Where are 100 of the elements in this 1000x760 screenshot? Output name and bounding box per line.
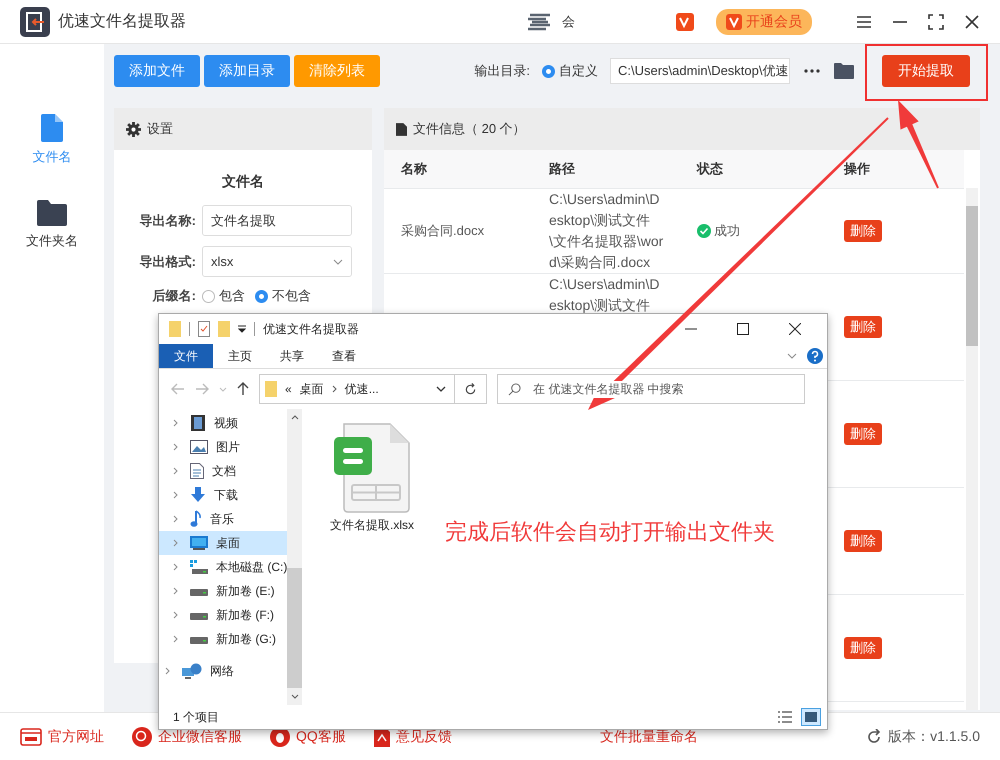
address-bar[interactable]: « 桌面 优速... [259, 374, 455, 404]
ribbon-tab[interactable]: 主页 [215, 344, 265, 368]
start-button[interactable]: 开始提取 [882, 55, 970, 87]
monitor-icon [190, 536, 208, 550]
chevron-right-icon[interactable] [173, 515, 178, 523]
window-title: 优速文件名提取器 [263, 320, 359, 338]
chevron-right-icon[interactable] [173, 635, 178, 643]
chevron-right-icon[interactable] [173, 419, 178, 427]
vip-icon [726, 14, 742, 30]
item-count: 1 个项目 [173, 708, 220, 726]
dropdown-icon[interactable] [238, 325, 246, 333]
forward-icon[interactable] [195, 383, 209, 395]
delete-button[interactable]: 删除 [844, 316, 882, 338]
table-cell: C:\Users\admin\Desktop\测试文件\文件名提取器\word\采购合同.docx [549, 191, 664, 270]
ribbon-tab[interactable]: 共享 [267, 344, 317, 368]
output-label: 输出目录: [474, 62, 530, 80]
chevron-right-icon[interactable] [173, 467, 178, 475]
refresh-button[interactable] [455, 374, 487, 404]
chevron-right-icon[interactable] [173, 587, 178, 595]
document-icon [41, 114, 63, 142]
nav-item[interactable]: 桌面 [159, 531, 288, 555]
chevron-icon[interactable] [219, 386, 227, 392]
nav-item[interactable]: 文档 [159, 459, 288, 483]
suffix-radio[interactable]: 不包含 [255, 287, 311, 305]
delete-button[interactable]: 删除 [844, 637, 882, 659]
download-icon [190, 487, 206, 503]
folder-icon[interactable] [834, 63, 854, 79]
custom-radio[interactable]: 自定义 [542, 62, 598, 80]
column-header: 操作 [844, 160, 871, 178]
nav-item[interactable]: 新加卷 (F:) [159, 603, 288, 627]
delete-button[interactable]: 删除 [844, 530, 882, 552]
suffix-radio[interactable]: 包含 [202, 287, 245, 305]
table-cell: 采购合同.docx [401, 223, 484, 238]
chevron-icon [436, 386, 446, 392]
scroll-up-icon[interactable] [290, 415, 299, 420]
name-input[interactable]: 文件名提取 [202, 205, 352, 236]
close-icon[interactable] [789, 323, 801, 335]
file-count-title: 文件信息（ 20 个） [413, 120, 526, 138]
column-header: 状态 [697, 160, 724, 178]
help-icon[interactable] [807, 348, 823, 364]
footer-link[interactable]: 企业微信客服 [132, 726, 242, 746]
chevron-right-icon[interactable] [165, 667, 170, 675]
footer-link[interactable]: 官方网址 [20, 728, 104, 746]
chevron-icon[interactable] [787, 353, 797, 359]
field-label: 导出名称: [138, 212, 196, 230]
chevron-right-icon [332, 385, 337, 393]
chevron-right-icon[interactable] [173, 443, 178, 451]
film-icon [190, 415, 206, 431]
scrollbar[interactable] [966, 188, 978, 710]
large-icons-view-icon[interactable] [801, 708, 821, 726]
nav-item[interactable]: 视频 [159, 411, 288, 435]
drive-icon [190, 560, 208, 574]
format-select[interactable]: xlsx [202, 246, 352, 277]
document-icon [190, 463, 204, 479]
search-icon [508, 382, 521, 396]
spreadsheet-file-icon [334, 423, 410, 513]
scrollbar[interactable] [287, 409, 302, 705]
music-note-icon [190, 510, 202, 528]
center-label: 会 [562, 12, 575, 30]
scroll-down-icon[interactable] [290, 694, 299, 699]
more-icon[interactable] [804, 69, 820, 73]
details-view-icon[interactable] [777, 710, 793, 724]
vip-icon[interactable] [676, 12, 694, 30]
nav-item[interactable]: 新加卷 (G:) [159, 627, 288, 651]
rename-link[interactable]: 文件批量重命名 [600, 728, 838, 746]
sidebar-item[interactable]: 文件夹名 [0, 200, 104, 250]
fullscreen-icon[interactable] [928, 14, 944, 30]
drive-icon [190, 610, 208, 620]
nav-item[interactable]: 下载 [159, 483, 288, 507]
delete-button[interactable]: 删除 [844, 423, 882, 445]
back-icon[interactable] [171, 383, 185, 395]
nav-item[interactable]: 网络 [159, 659, 288, 683]
drive-icon [190, 634, 208, 644]
chevron-right-icon[interactable] [173, 539, 178, 547]
up-icon[interactable] [237, 382, 249, 396]
chevron-right-icon[interactable] [173, 491, 178, 499]
menu-icon[interactable] [856, 14, 872, 30]
nav-item[interactable]: 图片 [159, 435, 288, 459]
folder-icon [265, 381, 277, 397]
maximize-icon[interactable] [737, 323, 749, 335]
field-label: 后缀名: [151, 287, 196, 305]
nav-item[interactable]: 新加卷 (E:) [159, 579, 288, 603]
nav-item[interactable]: 音乐 [159, 507, 288, 531]
field-label: 导出格式: [138, 252, 196, 270]
nav-item[interactable]: 本地磁盘 (C:) [159, 555, 288, 579]
checklist-icon[interactable] [198, 321, 210, 337]
image-icon [190, 440, 208, 454]
drive-icon [190, 586, 208, 596]
ribbon-tab[interactable]: 文件 [159, 344, 213, 368]
file-item[interactable]: 文件名提取.xlsx [330, 423, 414, 534]
search-field[interactable]: 在 优速文件名提取器 中搜索 [497, 374, 805, 404]
chevron-right-icon[interactable] [173, 611, 178, 619]
annotation-text: 完成后软件会自动打开输出文件夹 [445, 518, 775, 546]
refresh-icon[interactable] [866, 728, 882, 744]
document-icon [396, 122, 407, 136]
chevron-right-icon[interactable] [173, 563, 178, 571]
close-icon[interactable] [964, 14, 980, 30]
ribbon-tab[interactable]: 查看 [319, 344, 369, 368]
output-path-field[interactable]: C:\Users\admin\Desktop\优速 [610, 58, 790, 84]
delete-button[interactable]: 删除 [844, 220, 882, 242]
